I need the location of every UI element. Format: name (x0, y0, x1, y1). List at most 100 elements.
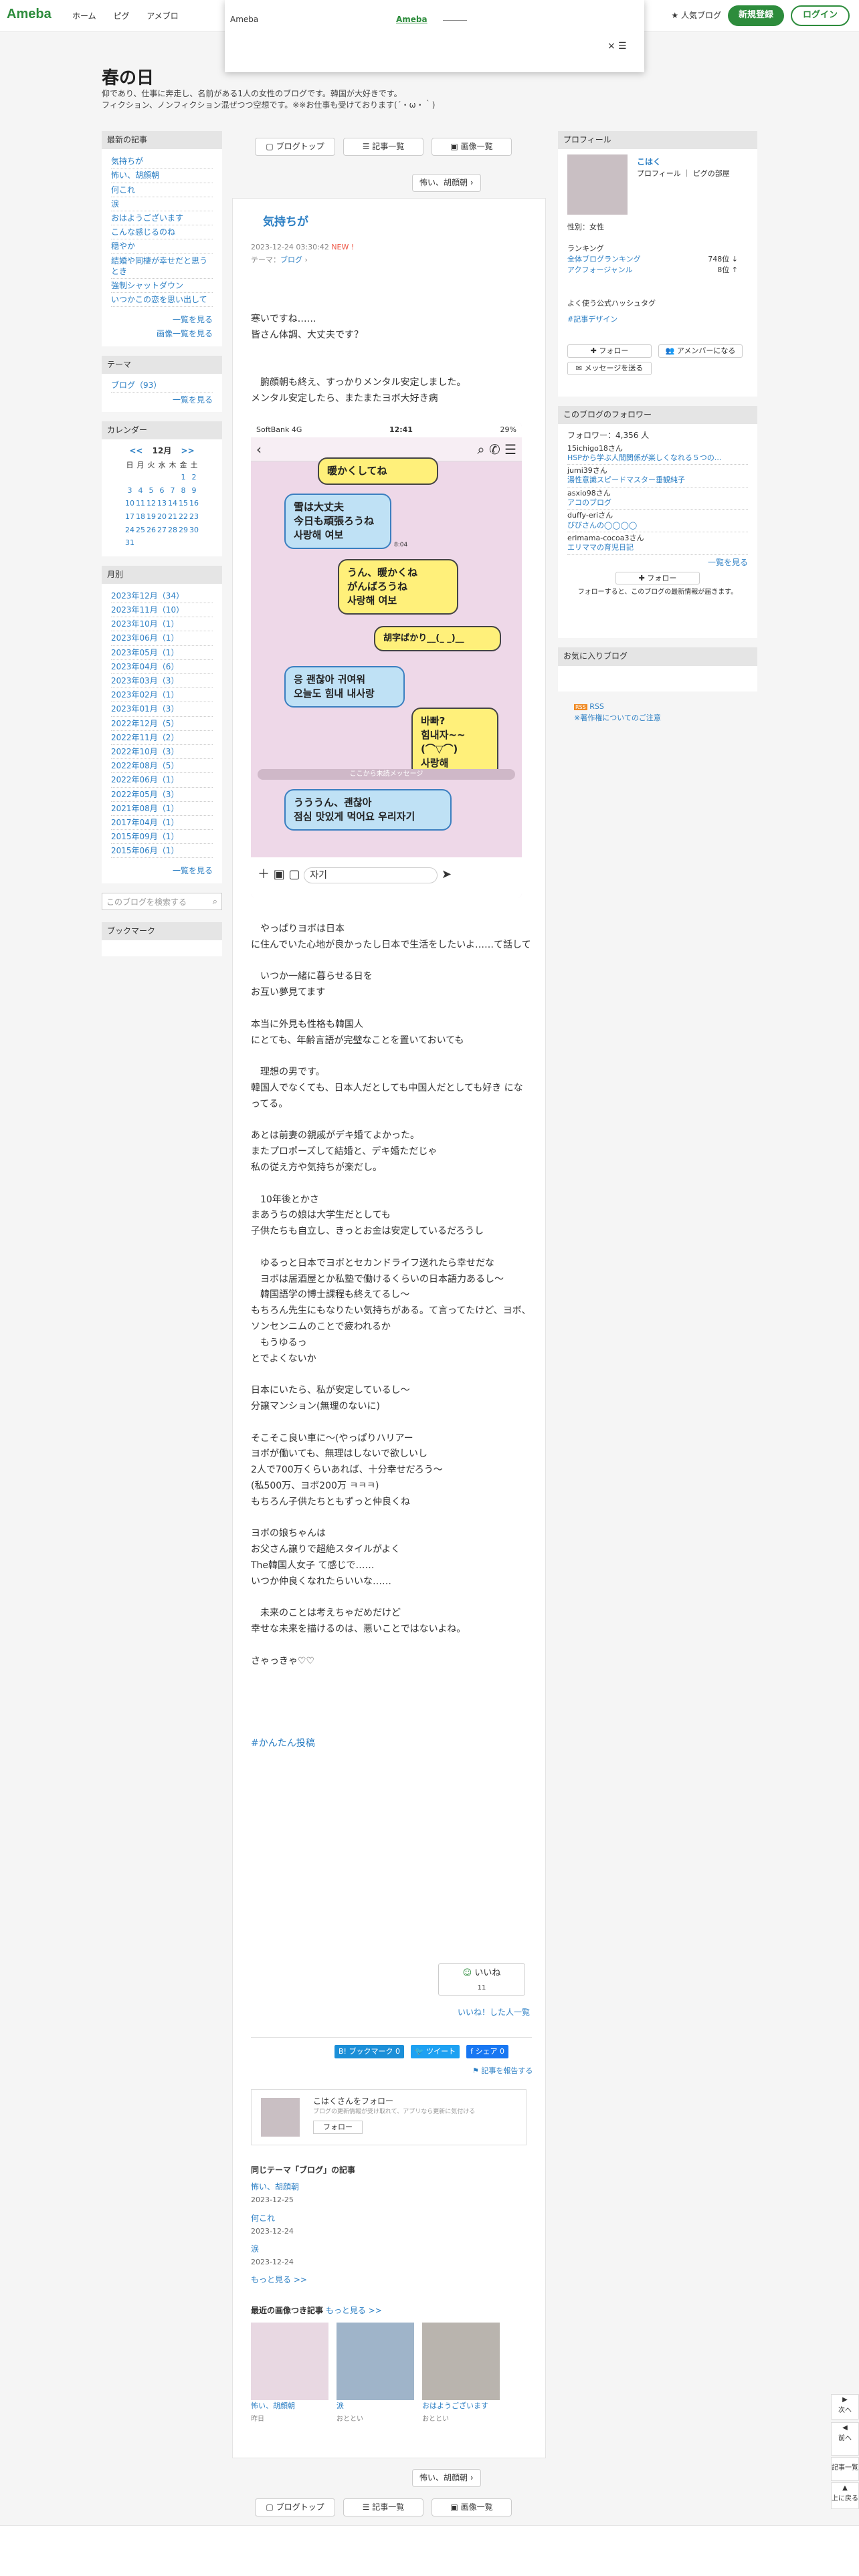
ranking-row-2[interactable]: アクフォージャンル 8位 ↑ (567, 264, 738, 276)
recent-image-thumb[interactable] (251, 2323, 328, 2401)
popular-blog-link[interactable]: ★ 人気ブログ (671, 9, 721, 22)
same-theme-link[interactable]: 怖い、胡顔朝 (251, 2181, 532, 2193)
nav-home[interactable]: ホーム (72, 11, 96, 21)
follow-button[interactable]: ✚ フォロー (567, 344, 652, 358)
follower-blog-link[interactable]: アコのブログ (567, 498, 611, 507)
recent-post-link[interactable]: 結婚や同棲が幸せだと思うとき (111, 254, 213, 279)
liked-users-link[interactable]: いいね！した人一覧 (458, 2006, 530, 2019)
cal-day[interactable]: 15 (178, 497, 189, 510)
monthly-more-link[interactable]: 一覧を見る (111, 863, 213, 877)
avatar[interactable] (567, 154, 628, 215)
blog-search-input[interactable]: このブログを検索する ⌕ (102, 892, 222, 910)
monthly-link[interactable]: 2017年04月（1） (111, 816, 213, 831)
cal-day[interactable]: 20 (157, 510, 167, 524)
monthly-link[interactable]: 2023年11月（10） (111, 603, 213, 618)
popup-link[interactable]: Ameba (396, 13, 427, 26)
menu-icon[interactable]: ☰ (618, 39, 627, 53)
prev-button[interactable]: ◀ 前へ (831, 2422, 859, 2456)
facebook-share-button[interactable]: f シェア 0 (466, 2045, 509, 2058)
like-button[interactable]: ☺ いいね 11 (438, 1963, 525, 1996)
article-hashtag-link[interactable]: #かんたん投稿 (251, 1738, 315, 1749)
recent-post-link[interactable]: いつかこの恋を思い出して (111, 293, 213, 308)
back-to-top-button[interactable]: ▲ 上に戻る (831, 2482, 859, 2509)
monthly-link[interactable]: 2023年10月（1） (111, 617, 213, 632)
same-theme-link[interactable]: 涙 (251, 2243, 532, 2256)
recent-image-title[interactable]: 涙 (337, 2400, 414, 2412)
monthly-link[interactable]: 2023年12月（34） (111, 589, 213, 604)
monthly-link[interactable]: 2023年04月（6） (111, 660, 213, 675)
recent-image-item[interactable]: 涙おととい (337, 2323, 414, 2425)
image-list-link[interactable]: 画像一覧を見る (111, 326, 213, 340)
recent-image-item[interactable]: 怖い、胡顔朝 昨日 (251, 2323, 328, 2425)
ranking-row-1[interactable]: 全体ブログランキング 748位 ↓ (567, 253, 738, 265)
nav-pigg[interactable]: ピグ (113, 11, 129, 21)
cal-day[interactable]: 19 (146, 510, 157, 524)
prev-article-button-bottom[interactable]: 怖い、胡顔朝 › (412, 2469, 481, 2488)
signup-button[interactable]: 新規登録 (727, 5, 784, 26)
cal-day[interactable]: 1 (178, 471, 189, 484)
recent-post-link[interactable]: 気持ちが (111, 154, 213, 169)
monthly-link[interactable]: 2021年08月（1） (111, 802, 213, 816)
cal-day[interactable]: 24 (124, 524, 135, 537)
follow-card-button[interactable]: フォロー (313, 2121, 363, 2134)
monthly-link[interactable]: 2022年05月（3） (111, 788, 213, 802)
tweet-button[interactable]: 🐦 ツイート (410, 2045, 460, 2058)
cal-day[interactable]: 13 (157, 497, 167, 510)
cal-day[interactable]: 18 (135, 510, 146, 524)
report-article-link[interactable]: ⚑ 記事を報告する (472, 2065, 533, 2077)
recent-image-item[interactable]: おはようございます おととい (422, 2323, 500, 2425)
search-icon[interactable]: ⌕ (213, 895, 217, 909)
recent-post-link[interactable]: 強制シャットダウン (111, 279, 213, 294)
follow-button-2[interactable]: ✚ フォロー (615, 571, 700, 585)
cal-day[interactable]: 30 (189, 524, 199, 537)
cal-day[interactable]: 31 (124, 536, 135, 550)
recent-post-link[interactable]: おはようございます (111, 211, 213, 226)
cal-day[interactable]: 22 (178, 510, 189, 524)
theme-more-link[interactable]: 一覧を見る (111, 393, 213, 407)
follower-name[interactable]: erimama-cocoa3さん (567, 534, 748, 543)
recent-image-more-link[interactable]: もっと見る >> (326, 2306, 382, 2315)
recent-post-link[interactable]: こんな感じるのね (111, 225, 213, 240)
monthly-link[interactable]: 2015年06月（1） (111, 844, 213, 859)
follower-name[interactable]: duffy-eriさん (567, 511, 748, 520)
article-list-side-button[interactable]: 記事一覧 (831, 2457, 859, 2481)
blog-title[interactable]: 春の日 (102, 64, 154, 89)
cal-day[interactable]: 7 (167, 484, 178, 498)
theme-item-blog[interactable]: ブログ（93） (111, 379, 213, 393)
recent-post-link[interactable]: 涙 (111, 197, 213, 211)
blog-top-button[interactable]: ▢ ブログトップ (255, 138, 335, 156)
recent-more-link[interactable]: 一覧を見る (111, 312, 213, 326)
rss-link[interactable]: RSS (589, 702, 604, 711)
profile-name[interactable]: こはく (637, 156, 661, 169)
cal-day[interactable]: 8 (178, 484, 189, 498)
cal-day[interactable]: 23 (189, 510, 199, 524)
monthly-link[interactable]: 2022年11月（2） (111, 731, 213, 745)
copyright-note-link[interactable]: ※著作権についてのご注意 (574, 714, 661, 722)
cal-day[interactable]: 14 (167, 497, 178, 510)
nav-ameblo[interactable]: アメブロ (147, 11, 178, 21)
recent-post-link[interactable]: 穏やか (111, 239, 213, 254)
login-button[interactable]: ログイン (790, 5, 850, 26)
cal-day[interactable]: 21 (167, 510, 178, 524)
monthly-link[interactable]: 2022年08月（5） (111, 759, 213, 774)
cal-day[interactable]: 28 (167, 524, 178, 537)
same-theme-more-link[interactable]: もっと見る >> (251, 2275, 307, 2284)
cal-day[interactable]: 16 (189, 497, 199, 510)
article-list-button[interactable]: ☰ 記事一覧 (343, 138, 423, 156)
article-theme-link[interactable]: ブログ (280, 255, 302, 264)
profile-links[interactable]: プロフィール ｜ ピグの部屋 (637, 168, 730, 180)
monthly-link[interactable]: 2023年03月（3） (111, 674, 213, 689)
cal-day[interactable]: 2 (189, 471, 199, 484)
cal-day[interactable]: 9 (189, 484, 199, 498)
follower-name[interactable]: 15ichigo18さん (567, 444, 748, 453)
monthly-link[interactable]: 2023年06月（1） (111, 631, 213, 646)
follower-blog-link[interactable]: 湯性意識スピードマスター垂観純子 (567, 475, 685, 484)
follower-name[interactable]: jumi39さん (567, 466, 748, 475)
follow-card-avatar[interactable] (261, 2098, 300, 2137)
cal-day[interactable]: 12 (146, 497, 157, 510)
message-button[interactable]: ✉ メッセージを送る (567, 362, 652, 375)
cal-day[interactable]: 5 (146, 484, 157, 498)
monthly-link[interactable]: 2023年05月（1） (111, 646, 213, 660)
ameba-logo[interactable]: Ameba (7, 7, 52, 22)
cal-day[interactable]: 26 (146, 524, 157, 537)
